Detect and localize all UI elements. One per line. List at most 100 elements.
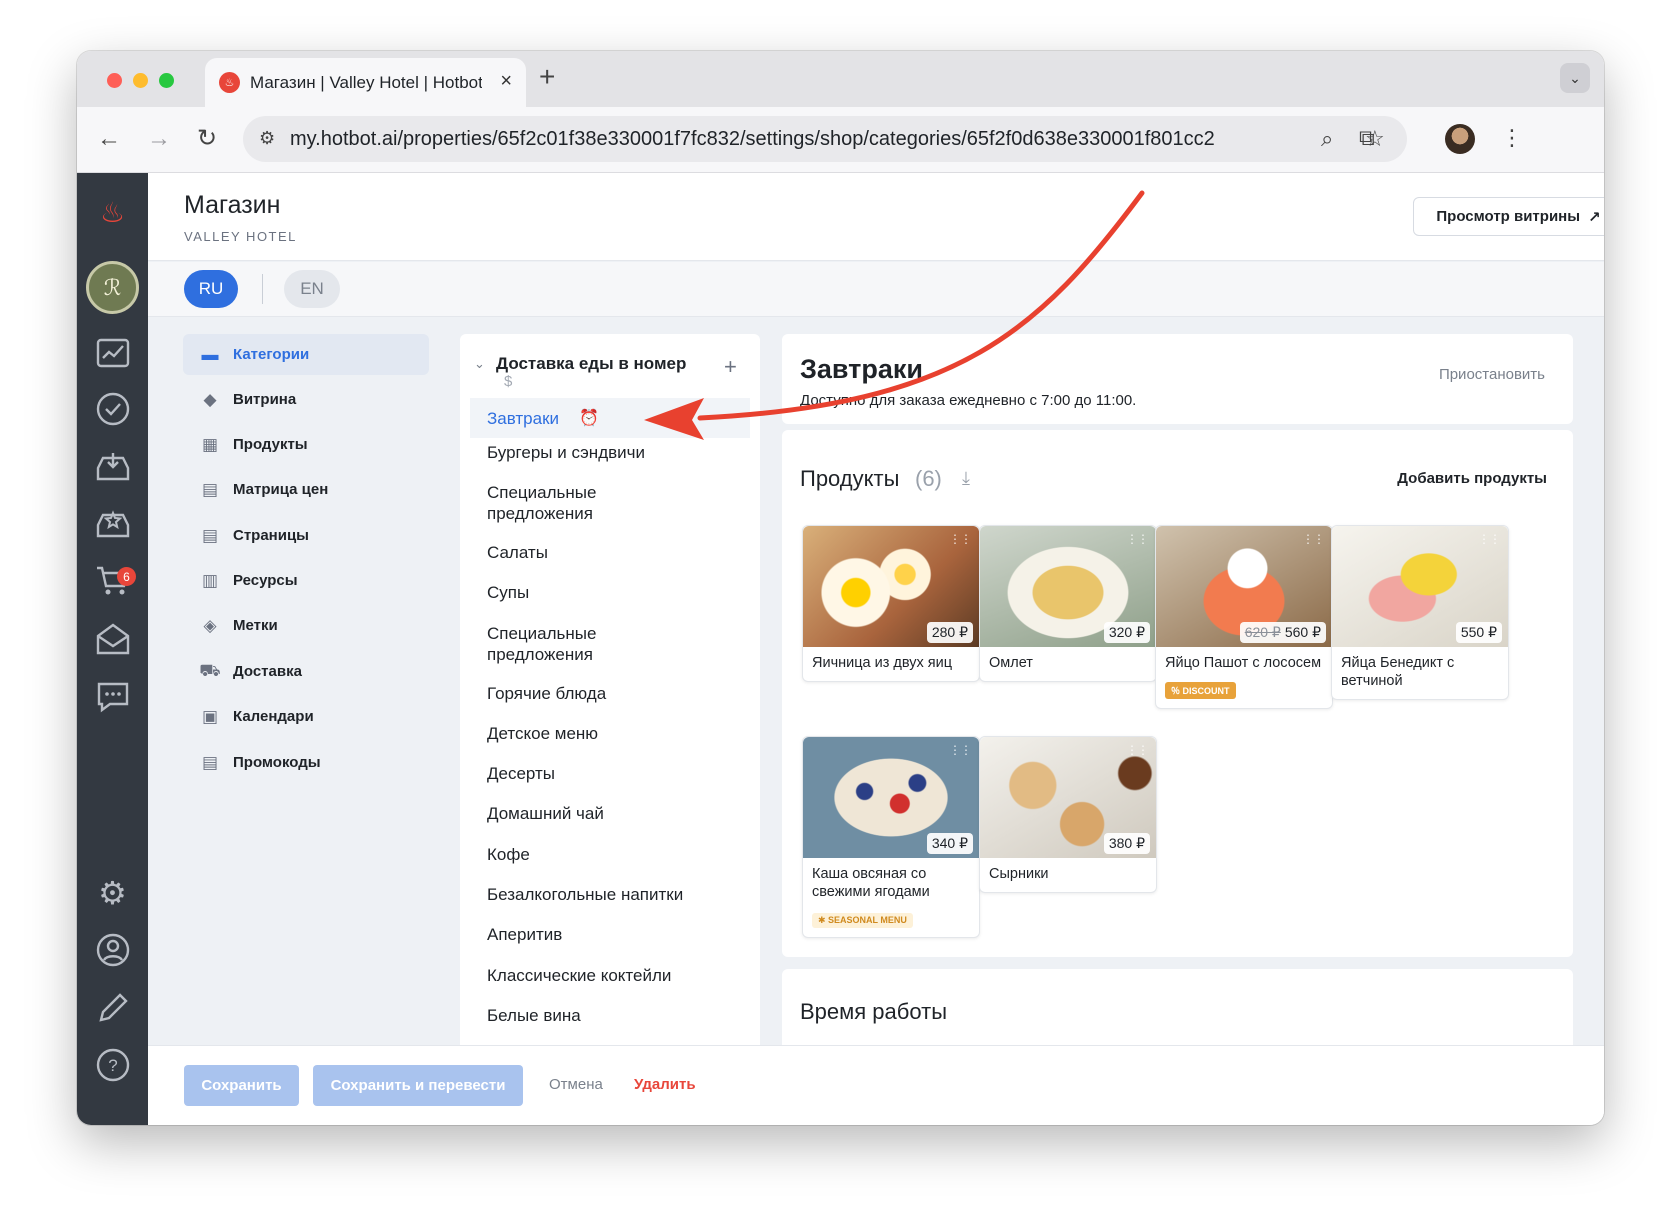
product-card[interactable]: ⋮⋮ 320 ₽ Омлет [979, 525, 1157, 682]
category-title: Завтраки [800, 354, 924, 384]
drag-handle-icon[interactable]: ⋮⋮ [1478, 532, 1501, 546]
nav-item-tags[interactable]: ◈ Метки [183, 605, 429, 646]
nav-item-resources[interactable]: ▥ Ресурсы [183, 560, 429, 601]
nav-item-promocodes[interactable]: ▤ Промокоды [183, 742, 429, 783]
delete-button[interactable]: Удалить [634, 1076, 696, 1093]
category-item[interactable]: Классические коктейли [470, 965, 750, 986]
address-bar[interactable]: ⚙ my.hotbot.ai/properties/65f2c01f38e330… [243, 116, 1407, 162]
add-products-button[interactable]: Добавить продукты [1397, 470, 1547, 487]
drag-handle-icon[interactable]: ⋮⋮ [1126, 743, 1149, 757]
product-card[interactable]: ⋮⋮ 620 ₽560 ₽ Яйцо Пашот с лососем ％ DIS… [1155, 525, 1333, 709]
save-and-translate-button[interactable]: Сохранить и перевести [313, 1065, 523, 1106]
edit-icon[interactable] [93, 988, 132, 1027]
category-item[interactable]: Бургеры и сэндвичи [470, 442, 750, 463]
profile-icon[interactable] [93, 930, 132, 969]
product-image: ⋮⋮ 550 ₽ [1332, 526, 1508, 647]
app-root: ♨ ℛ 6 ⚙ ? Магазин VALLEY HOTEL Просмотр … [77, 173, 1604, 1125]
user-avatar[interactable]: ℛ [86, 261, 139, 314]
products-card: Продукты (6) ⤓ Добавить продукты ⋮⋮ 280 … [782, 430, 1573, 957]
browser-tab[interactable]: ♨ Магазин | Valley Hotel | Hotbot × [205, 58, 526, 107]
category-item[interactable]: Специальные предложения [470, 482, 690, 524]
mail-upload-icon[interactable] [93, 619, 132, 658]
product-name: Каша овсяная со свежими ягодами [812, 866, 930, 900]
url-text: my.hotbot.ai/properties/65f2c01f38e33000… [290, 128, 1215, 150]
nav-item-storefront[interactable]: ◆ Витрина [183, 379, 429, 420]
nav-item-label: Календари [233, 708, 314, 725]
nav-item-label: Доставка [233, 663, 302, 680]
settings-icon[interactable]: ⚙ [93, 873, 132, 912]
tab-close-icon[interactable]: × [500, 70, 512, 92]
inbox-download-icon[interactable] [93, 446, 132, 485]
browser-menu-icon[interactable]: ⋮ [1501, 125, 1523, 151]
view-storefront-button[interactable]: Просмотр витрины ↗ [1413, 197, 1604, 236]
nav-item-pages[interactable]: ▤ Страницы [183, 515, 429, 556]
category-item[interactable]: Салаты [470, 542, 750, 563]
category-group-title[interactable]: Доставка еды в номер [496, 354, 686, 374]
category-item[interactable]: Кофе [470, 844, 750, 865]
category-item[interactable]: Горячие блюда [470, 683, 750, 704]
category-item[interactable]: Детское меню [470, 723, 750, 744]
cancel-button[interactable]: Отмена [549, 1076, 603, 1093]
discount-tag: ％ DISCOUNT [1165, 682, 1236, 699]
back-icon[interactable]: ← [97, 126, 121, 152]
category-item-breakfast[interactable]: Завтраки ⏰ [470, 398, 750, 438]
drag-handle-icon[interactable]: ⋮⋮ [1126, 532, 1149, 546]
product-card[interactable]: ⋮⋮ 380 ₽ Сырники [979, 736, 1157, 893]
nav-item-price-matrix[interactable]: ▤ Матрица цен [183, 469, 429, 510]
tab-search-icon[interactable]: ⌄ [1560, 63, 1590, 93]
nav-item-categories[interactable]: ▬ Категории [183, 334, 429, 375]
zoom-icon[interactable]: ⌕ [1321, 126, 1333, 152]
product-card[interactable]: ⋮⋮ 340 ₽ Каша овсяная со свежими ягодами… [802, 736, 980, 938]
cart-badge: 6 [117, 567, 136, 586]
new-tab-icon[interactable]: + [539, 62, 555, 92]
flame-logo-icon[interactable]: ♨ [93, 193, 132, 232]
close-window-icon[interactable] [107, 73, 122, 88]
truck-icon: ⛟ [199, 660, 221, 680]
lang-en-button[interactable]: EN [284, 270, 340, 308]
product-card[interactable]: ⋮⋮ 550 ₽ Яйца Бенедикт с ветчиной [1331, 525, 1509, 700]
forward-icon[interactable]: → [147, 126, 171, 152]
category-item[interactable]: Белые вина [470, 1005, 750, 1026]
drag-handle-icon[interactable]: ⋮⋮ [1302, 532, 1325, 546]
pause-button[interactable]: Приостановить [1439, 366, 1545, 383]
drag-handle-icon[interactable]: ⋮⋮ [949, 532, 972, 546]
analytics-icon[interactable] [93, 332, 132, 371]
product-card[interactable]: ⋮⋮ 280 ₽ Яичница из двух яиц [802, 525, 980, 682]
download-icon[interactable]: ⤓ [962, 468, 970, 489]
chevron-down-icon[interactable]: ⌄ [474, 356, 485, 372]
products-icon: ▦ [201, 434, 219, 454]
lang-divider [262, 274, 263, 304]
product-price: 380 ₽ [1103, 833, 1150, 854]
help-icon[interactable]: ? [93, 1045, 132, 1084]
site-settings-icon[interactable]: ⚙ [259, 128, 275, 149]
drag-handle-icon[interactable]: ⋮⋮ [949, 743, 972, 757]
language-bar: RU EN [148, 262, 1604, 317]
nav-item-calendars[interactable]: ▣ Календари [183, 696, 429, 737]
product-image: ⋮⋮ 380 ₽ [980, 737, 1156, 858]
save-button[interactable]: Сохранить [184, 1065, 299, 1106]
nav-item-label: Матрица цен [233, 481, 329, 498]
reload-icon[interactable]: ↻ [197, 126, 217, 152]
maximize-window-icon[interactable] [159, 73, 174, 88]
property-name: VALLEY HOTEL [184, 229, 297, 244]
category-item[interactable]: Супы [470, 582, 750, 603]
nav-item-delivery[interactable]: ⛟ Доставка [183, 651, 429, 692]
category-item[interactable]: Десерты [470, 763, 750, 784]
browser-profile-avatar[interactable] [1445, 124, 1475, 154]
tasks-icon[interactable] [93, 389, 132, 428]
category-item[interactable]: Специальные предложения [470, 623, 690, 665]
tag-icon: ◈ [203, 615, 217, 635]
category-item[interactable]: Домашний чай [470, 803, 750, 824]
product-name: Яйцо Пашот с лососем [1165, 655, 1322, 671]
product-price: 340 ₽ [926, 833, 973, 854]
inbox-star-icon[interactable] [93, 503, 132, 542]
category-item[interactable]: Аперитив [470, 924, 750, 945]
chat-icon[interactable] [93, 677, 132, 716]
add-category-icon[interactable]: + [724, 354, 737, 380]
lang-ru-button[interactable]: RU [184, 270, 238, 308]
extension-puzzle-icon[interactable]: ⧉ [1359, 125, 1375, 151]
category-detail-card: Завтраки Доступно для заказа ежедневно с… [782, 334, 1573, 424]
minimize-window-icon[interactable] [133, 73, 148, 88]
category-item[interactable]: Безалкогольные напитки [470, 884, 750, 905]
nav-item-products[interactable]: ▦ Продукты [183, 424, 429, 465]
